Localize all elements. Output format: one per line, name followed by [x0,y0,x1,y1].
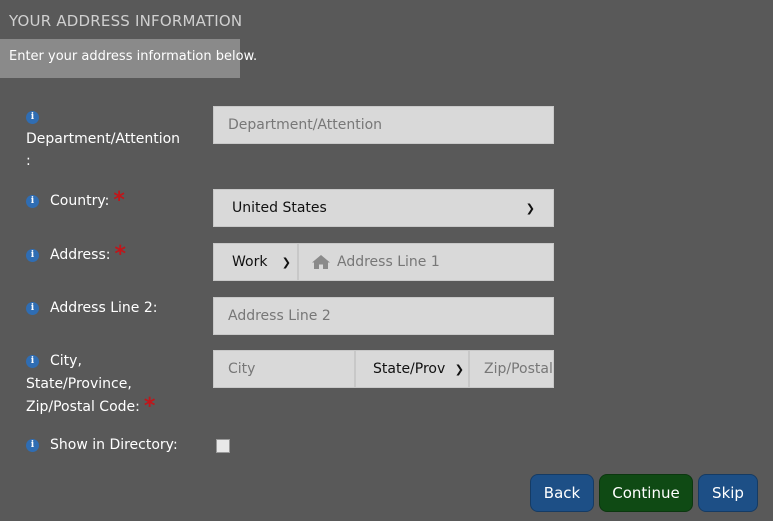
city-label: City, [50,353,82,369]
instructions-banner: Enter your address information below. [0,39,257,78]
address-line1-input[interactable]: Address Line 1 [298,243,554,281]
instructions-text: Enter your address information below. [9,49,258,64]
directory-label: Show in Directory: [50,437,178,453]
info-icon[interactable]: i [26,111,39,124]
address2-label: Address Line 2: [50,300,158,316]
chevron-down-icon: ❯ [281,255,291,269]
required-marker: * [143,394,156,419]
info-icon[interactable]: i [26,195,39,208]
required-marker: * [114,242,126,267]
zip-input[interactable]: Zip/Postal Code [469,350,554,388]
department-input[interactable]: Department/Attention [213,106,554,144]
info-icon[interactable]: i [26,439,39,452]
zip-label-text: Zip/Postal Code: [26,399,140,415]
country-label-text: Country: [50,193,110,209]
state-label: State/Province, [26,376,132,392]
department-label: Department/Attention [26,131,181,147]
address-label: Address: * [50,244,126,266]
address-line2-input[interactable]: Address Line 2 [213,297,554,335]
zip-placeholder: Zip/Postal Code [484,361,553,377]
address-type-value: Work [232,254,268,270]
chevron-down-icon: ❯ [454,362,464,376]
city-placeholder: City [228,361,256,377]
info-icon[interactable]: i [26,355,39,368]
department-placeholder: Department/Attention [228,117,383,133]
state-select[interactable]: State/Province ❯ [355,350,469,388]
address-type-select[interactable]: Work ❯ [213,243,298,281]
address-label-text: Address: [50,247,111,263]
back-button[interactable]: Back [530,474,594,512]
department-label-colon: : [26,153,31,169]
zip-label: Zip/Postal Code: * [26,396,155,418]
info-icon[interactable]: i [26,249,39,262]
address-line1-placeholder: Address Line 1 [337,254,440,270]
address-line2-placeholder: Address Line 2 [228,308,331,324]
state-value: State/Province [373,361,445,377]
home-icon [312,255,330,269]
chevron-down-icon: ❯ [525,201,535,215]
directory-checkbox[interactable] [216,439,230,453]
country-select[interactable]: United States ❯ [213,189,554,227]
skip-button[interactable]: Skip [698,474,758,512]
continue-button[interactable]: Continue [599,474,693,512]
country-value: United States [232,200,327,216]
info-icon[interactable]: i [26,302,39,315]
required-marker: * [113,188,125,213]
city-input[interactable]: City [213,350,355,388]
page-title: YOUR ADDRESS INFORMATION [9,12,243,30]
country-label: Country: * [50,190,125,212]
